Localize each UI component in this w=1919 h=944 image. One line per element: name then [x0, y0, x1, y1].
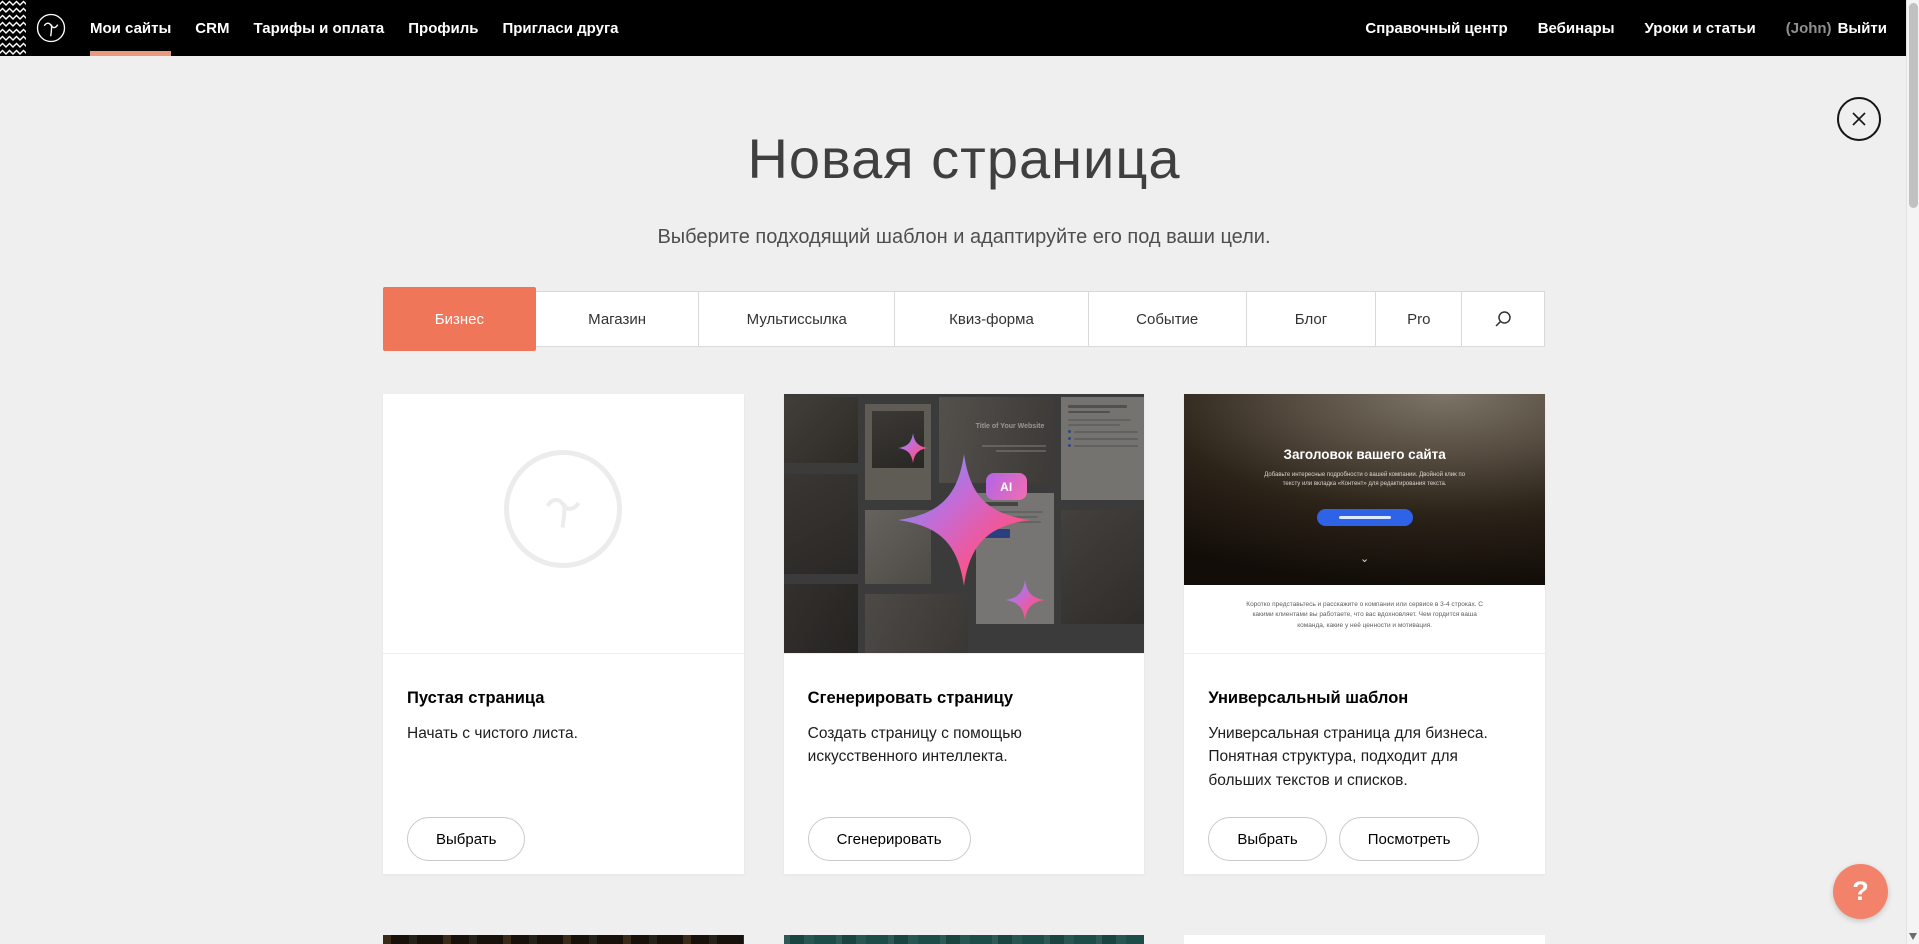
nav-item-webinars[interactable]: Вебинары [1538, 0, 1615, 56]
nav-item-lessons[interactable]: Уроки и статьи [1645, 0, 1756, 56]
logout-label: Выйти [1838, 20, 1887, 37]
preview-hero-title: Заголовок вашего сайта [1184, 447, 1545, 462]
template-cards-row-2-partial [383, 935, 1545, 944]
card-description: Универсальная страница для бизнеса. Поня… [1208, 722, 1518, 792]
card-actions: Сгенерировать [808, 817, 971, 861]
nav-item-label: CRM [195, 20, 229, 37]
card-actions: Выбрать Посмотреть [1208, 817, 1479, 861]
tab-blog[interactable]: Блог [1247, 292, 1377, 346]
collage-hero-title: Title of Your Website [976, 423, 1046, 430]
card-title: Пустая страница [407, 689, 720, 708]
generate-button[interactable]: Сгенерировать [808, 817, 971, 861]
preview-hero-section: Заголовок вашего сайта Добавьте интересн… [1184, 394, 1545, 585]
navbar-left-menu: Мои сайты CRM Тарифы и оплата Профиль Пр… [90, 0, 619, 56]
template-card-blank-page: Пустая страница Начать с чистого листа. … [383, 394, 744, 874]
template-cards-grid: Пустая страница Начать с чистого листа. … [383, 394, 1545, 874]
tab-quiz-form[interactable]: Квиз-форма [895, 292, 1089, 346]
tab-search[interactable] [1462, 292, 1543, 346]
vertical-scrollbar[interactable] [1906, 0, 1919, 944]
card-body: Сгенерировать страницу Создать страницу … [784, 654, 1145, 769]
nav-item-label: Уроки и статьи [1645, 20, 1756, 37]
scrollbar-thumb[interactable] [1909, 3, 1918, 208]
user-name: (John) [1786, 20, 1832, 37]
collage-photo-tile [784, 584, 858, 654]
tab-label: Мультиссылка [747, 311, 847, 328]
preview-hero-button [1317, 509, 1413, 526]
view-button[interactable]: Посмотреть [1339, 817, 1480, 861]
tilda-new-page-screen: Мои сайты CRM Тарифы и оплата Профиль Пр… [0, 0, 1919, 944]
nav-item-profile[interactable]: Профиль [408, 0, 478, 56]
universal-template-preview[interactable]: Заголовок вашего сайта Добавьте интересн… [1184, 394, 1545, 654]
tilda-watermark-icon [504, 450, 622, 568]
card-body: Пустая страница Начать с чистого листа. [383, 654, 744, 745]
nav-item-pricing[interactable]: Тарифы и оплата [253, 0, 384, 56]
collage-photo-tile [1061, 510, 1145, 624]
tab-label: Pro [1407, 311, 1430, 328]
zigzag-pattern-icon [0, 0, 26, 56]
nav-item-invite-friend[interactable]: Пригласи друга [502, 0, 618, 56]
nav-item-my-sites[interactable]: Мои сайты [90, 0, 171, 56]
ai-sparkle-small-icon [1005, 580, 1045, 620]
tab-business[interactable]: Бизнес [383, 287, 536, 351]
card-body: Универсальный шаблон Универсальная стран… [1184, 654, 1545, 792]
preview-body-text: Коротко представьтесь и расскажите о ком… [1246, 600, 1484, 631]
close-icon [1849, 109, 1869, 129]
template-card-ai-generate: Title of Your Website [784, 394, 1145, 874]
choose-button[interactable]: Выбрать [407, 817, 525, 861]
template-card-preview-partial[interactable] [383, 935, 744, 944]
page-title: Новая страница [383, 126, 1545, 191]
collage-photo-tile [865, 594, 968, 654]
scrollbar-down-arrow-icon[interactable] [1909, 933, 1917, 940]
card-title: Универсальный шаблон [1208, 689, 1521, 708]
card-description: Создать страницу с помощью искусственног… [808, 722, 1118, 769]
blank-page-preview[interactable] [383, 394, 744, 654]
tab-label: Квиз-форма [949, 311, 1034, 328]
template-category-tabs: Бизнес Магазин Мультиссылка Квиз-форма С… [383, 291, 1545, 347]
preview-hero-subtitle: Добавьте интересные подробности о вашей … [1257, 471, 1472, 490]
nav-item-label: Справочный центр [1365, 20, 1507, 37]
question-mark-icon: ? [1852, 876, 1869, 907]
help-button[interactable]: ? [1833, 864, 1888, 919]
template-card-preview-partial[interactable] [1184, 935, 1545, 944]
collage-photo-tile [784, 474, 858, 574]
card-title: Сгенерировать страницу [808, 689, 1121, 708]
nav-item-label: Тарифы и оплата [253, 20, 384, 37]
ai-preview-collage[interactable]: Title of Your Website [784, 394, 1145, 654]
tab-label: Блог [1295, 311, 1327, 328]
search-icon [1493, 309, 1513, 329]
tab-store[interactable]: Магазин [536, 292, 700, 346]
tilda-logo-icon[interactable] [36, 13, 66, 43]
nav-item-crm[interactable]: CRM [195, 0, 229, 56]
collage-document-tile [1061, 397, 1145, 500]
navbar-right-menu: Справочный центр Вебинары Уроки и статьи… [1365, 0, 1887, 56]
tab-label: Событие [1136, 311, 1198, 328]
nav-item-label: Вебинары [1538, 20, 1615, 37]
chevron-down-icon: ⌄ [1184, 552, 1545, 565]
nav-item-label: Профиль [408, 20, 478, 37]
top-navbar: Мои сайты CRM Тарифы и оплата Профиль Пр… [0, 0, 1919, 56]
nav-item-logout[interactable]: (John) Выйти [1786, 0, 1887, 56]
nav-item-label: Пригласи друга [502, 20, 618, 37]
page-subtitle: Выберите подходящий шаблон и адаптируйте… [383, 226, 1545, 249]
template-card-universal: Заголовок вашего сайта Добавьте интересн… [1184, 394, 1545, 874]
card-actions: Выбрать [407, 817, 525, 861]
ai-badge: AI [986, 473, 1027, 500]
preview-text-section: Коротко представьтесь и расскажите о ком… [1184, 585, 1545, 654]
close-button[interactable] [1837, 97, 1881, 141]
nav-item-label: Мои сайты [90, 20, 171, 37]
tab-label: Бизнес [435, 311, 484, 328]
template-card-preview-partial[interactable] [784, 935, 1145, 944]
collage-photo-tile [784, 397, 858, 463]
nav-item-help-center[interactable]: Справочный центр [1365, 0, 1507, 56]
card-description: Начать с чистого листа. [407, 722, 717, 745]
tab-multilink[interactable]: Мультиссылка [699, 292, 895, 346]
tab-event[interactable]: Событие [1089, 292, 1247, 346]
choose-button[interactable]: Выбрать [1208, 817, 1326, 861]
tab-pro[interactable]: Pro [1376, 292, 1462, 346]
tab-label: Магазин [588, 311, 646, 328]
ai-sparkle-small-icon [898, 433, 928, 463]
